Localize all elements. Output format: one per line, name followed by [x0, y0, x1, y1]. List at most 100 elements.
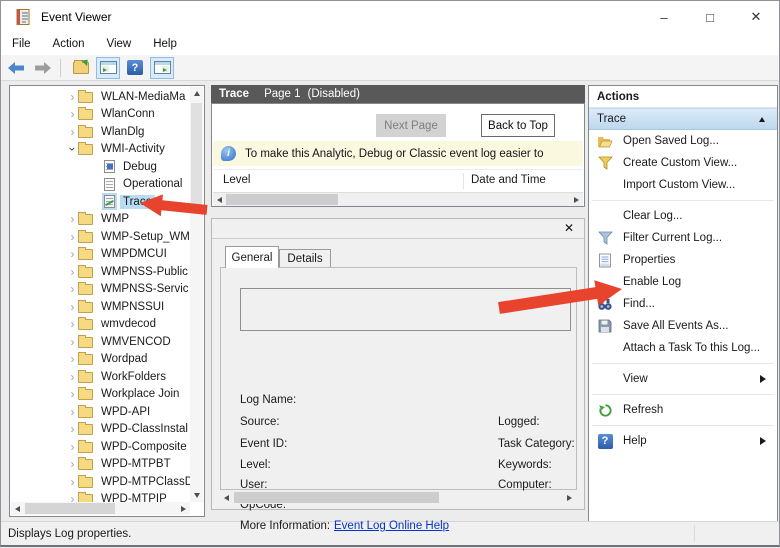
help-icon[interactable]: ?: [123, 57, 147, 79]
action-help[interactable]: ? Help: [589, 430, 777, 452]
next-page-button[interactable]: Next Page: [376, 114, 446, 137]
chevron-right-icon[interactable]: ›: [67, 267, 78, 277]
chevron-right-icon[interactable]: ›: [67, 337, 78, 347]
tree-item[interactable]: ›WMPNSS-Servic: [11, 281, 190, 299]
forward-icon[interactable]: [31, 57, 55, 79]
tree-item[interactable]: Operational: [11, 176, 190, 194]
chevron-right-icon[interactable]: ›: [67, 232, 78, 242]
scroll-left-icon[interactable]: [220, 491, 233, 504]
scrollbar-thumb[interactable]: [191, 103, 202, 213]
event-log-online-help-link[interactable]: Event Log Online Help: [334, 520, 449, 532]
chevron-right-icon[interactable]: ›: [67, 372, 78, 382]
action-filter-current-log[interactable]: Filter Current Log...: [589, 227, 777, 249]
tree-item[interactable]: ›WPD-MTPBT: [11, 456, 190, 474]
chevron-right-icon[interactable]: ›: [67, 319, 78, 329]
action-properties[interactable]: Properties: [589, 249, 777, 271]
action-create-custom-view[interactable]: Create Custom View...: [589, 152, 777, 174]
maximize-button[interactable]: □: [687, 1, 733, 33]
scrollbar-thumb[interactable]: [234, 492, 439, 503]
tree-item[interactable]: ›WlanConn: [11, 106, 190, 124]
tree-item[interactable]: ›WMP-Setup_WM: [11, 228, 190, 246]
field-event-id: Event ID:: [240, 438, 287, 450]
chevron-right-icon[interactable]: ›: [67, 477, 78, 487]
tree-item[interactable]: ›WPD-MTPIP: [11, 491, 190, 503]
tree-item[interactable]: ›WlanDlg: [11, 123, 190, 141]
action-clear-log[interactable]: Clear Log...: [589, 205, 777, 227]
tab-general[interactable]: General: [225, 246, 279, 268]
close-button[interactable]: ✕: [733, 1, 779, 33]
action-open-saved-log[interactable]: Open Saved Log...: [589, 130, 777, 152]
tree-item[interactable]: ›wmvdecod: [11, 316, 190, 334]
menu-action[interactable]: Action: [42, 38, 96, 50]
action-refresh[interactable]: Refresh: [589, 399, 777, 421]
scroll-right-icon[interactable]: [177, 502, 190, 515]
tree-item[interactable]: Debug: [11, 158, 190, 176]
chevron-right-icon[interactable]: ›: [67, 389, 78, 399]
action-attach-task[interactable]: Attach a Task To this Log...: [589, 337, 777, 359]
chevron-right-icon[interactable]: ›: [67, 442, 78, 452]
column-level[interactable]: Level: [223, 174, 251, 186]
action-enable-log[interactable]: Enable Log: [589, 271, 777, 293]
collapse-icon[interactable]: [759, 117, 765, 122]
back-to-top-button[interactable]: Back to Top: [481, 114, 555, 137]
chevron-right-icon[interactable]: ›: [67, 284, 78, 294]
results-horizontal-scrollbar[interactable]: [213, 193, 583, 206]
tree-item[interactable]: ›WMI-Activity: [11, 141, 190, 159]
back-icon[interactable]: [4, 57, 28, 79]
actions-section-trace[interactable]: Trace: [589, 108, 777, 130]
scroll-up-icon[interactable]: [190, 87, 203, 100]
tree-item[interactable]: ›WMP: [11, 211, 190, 229]
close-preview-icon[interactable]: ✕: [564, 221, 574, 235]
tree-item[interactable]: ›WMPDMCUI: [11, 246, 190, 264]
menu-file[interactable]: File: [1, 38, 42, 50]
menu-view[interactable]: View: [96, 38, 143, 50]
action-view[interactable]: View: [589, 368, 777, 390]
menu-help[interactable]: Help: [142, 38, 188, 50]
scroll-left-icon[interactable]: [11, 502, 24, 515]
chevron-right-icon[interactable]: ›: [67, 302, 78, 312]
chevron-right-icon[interactable]: ›: [67, 109, 78, 119]
scroll-right-icon[interactable]: [570, 193, 583, 206]
tree-item[interactable]: ›WorkFolders: [11, 368, 190, 386]
scrollbar-thumb[interactable]: [226, 194, 338, 205]
scrollbar-thumb[interactable]: [25, 503, 115, 514]
show-console-tree-icon[interactable]: [96, 57, 120, 79]
chevron-down-icon[interactable]: ›: [68, 144, 78, 155]
tree-item[interactable]: ›WMPNSSUI: [11, 298, 190, 316]
tree-item[interactable]: ›Workplace Join: [11, 386, 190, 404]
tree-item[interactable]: ›WPD-Composite: [11, 438, 190, 456]
tree-vertical-scrollbar[interactable]: [190, 87, 203, 502]
tree-item[interactable]: ›WPD-MTPClassD: [11, 473, 190, 491]
tree-item-trace[interactable]: Trace: [11, 193, 190, 211]
scroll-down-icon[interactable]: [190, 489, 203, 502]
chevron-right-icon[interactable]: ›: [67, 214, 78, 224]
tree-item[interactable]: ›WPD-ClassInstal: [11, 421, 190, 439]
chevron-right-icon[interactable]: ›: [67, 249, 78, 259]
tree-item[interactable]: ›WMVENCOD: [11, 333, 190, 351]
action-import-custom-view[interactable]: Import Custom View...: [589, 174, 777, 196]
tree-horizontal-scrollbar[interactable]: [11, 502, 190, 515]
minimize-button[interactable]: –: [641, 1, 687, 33]
scroll-left-icon[interactable]: [213, 193, 226, 206]
column-date-and-time[interactable]: Date and Time: [471, 174, 546, 186]
chevron-right-icon[interactable]: ›: [67, 354, 78, 364]
folder-icon: [78, 92, 93, 103]
tree-item[interactable]: ›WMPNSS-Public: [11, 263, 190, 281]
tree-item[interactable]: ›WLAN-MediaMa: [11, 88, 190, 106]
show-action-pane-icon[interactable]: [150, 57, 174, 79]
chevron-right-icon[interactable]: ›: [67, 127, 78, 137]
tree-item[interactable]: ›Wordpad: [11, 351, 190, 369]
open-folder-icon[interactable]: [69, 57, 93, 79]
tab-details[interactable]: Details: [279, 249, 331, 268]
action-find[interactable]: Find...: [589, 293, 777, 315]
column-divider[interactable]: [463, 173, 464, 189]
chevron-right-icon[interactable]: ›: [67, 407, 78, 417]
chevron-right-icon[interactable]: ›: [67, 424, 78, 434]
tree-item[interactable]: ›WPD-API: [11, 403, 190, 421]
chevron-right-icon[interactable]: ›: [67, 494, 78, 502]
action-save-all-events-as[interactable]: Save All Events As...: [589, 315, 777, 337]
scroll-right-icon[interactable]: [563, 491, 576, 504]
chevron-right-icon[interactable]: ›: [67, 92, 78, 102]
preview-horizontal-scrollbar[interactable]: [220, 491, 576, 504]
chevron-right-icon[interactable]: ›: [67, 459, 78, 469]
